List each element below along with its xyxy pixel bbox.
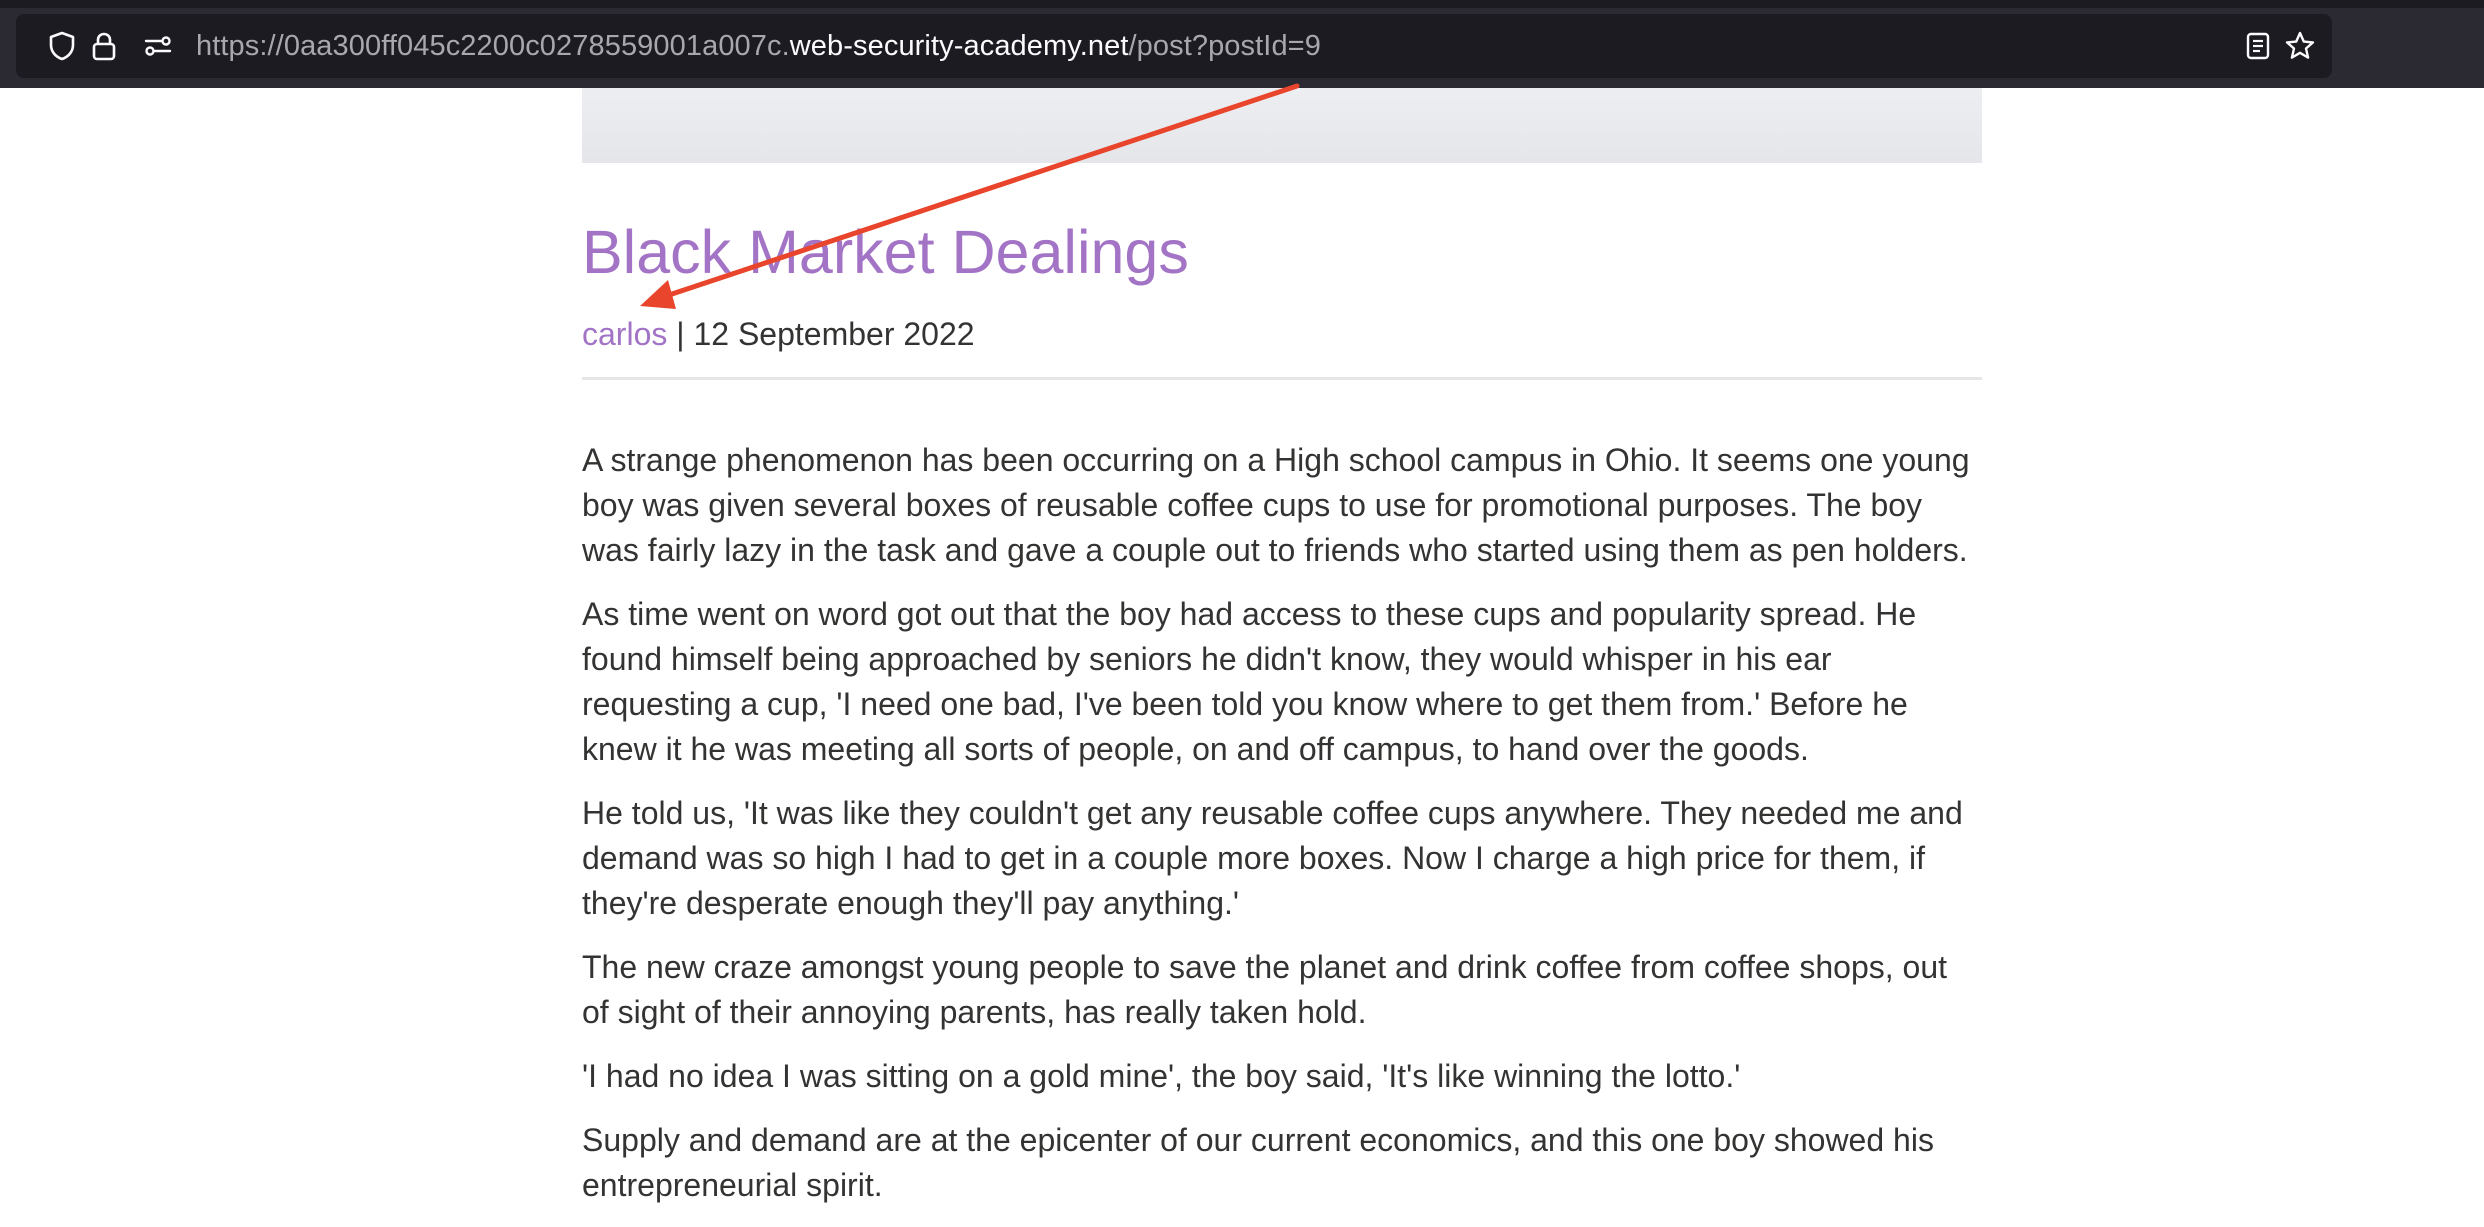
url-path: /post?postId=9	[1128, 30, 1321, 62]
post-byline: carlos | 12 September 2022	[582, 312, 975, 356]
post-paragraph: Supply and demand are at the epicenter o…	[582, 1122, 1934, 1203]
header-divider	[582, 377, 1982, 380]
url-prefix: https://0aa300ff045c2200c0278559001a007c…	[196, 30, 790, 62]
post-hero-image	[582, 88, 1982, 163]
url-text[interactable]: https://0aa300ff045c2200c0278559001a007c…	[196, 26, 1321, 66]
lock-icon[interactable]	[88, 30, 120, 62]
post-paragraph: He told us, 'It was like they couldn't g…	[582, 795, 1963, 921]
shield-icon[interactable]	[46, 30, 78, 62]
browser-toolbar: https://0aa300ff045c2200c0278559001a007c…	[0, 0, 2484, 88]
reader-view-icon[interactable]	[2242, 30, 2274, 62]
post-paragraph: As time went on word got out that the bo…	[582, 596, 1917, 767]
tracking-settings-icon[interactable]	[142, 30, 174, 62]
post-title: Black Market Dealings	[582, 218, 1189, 286]
post-date: 12 September 2022	[693, 316, 975, 352]
post-paragraph: 'I had no idea I was sitting on a gold m…	[582, 1058, 1741, 1094]
post-paragraph: A strange phenomenon has been occurring …	[582, 442, 1970, 568]
author-link[interactable]: carlos	[582, 316, 667, 352]
byline-separator: |	[667, 316, 694, 352]
bookmark-star-icon[interactable]	[2284, 30, 2316, 62]
post-paragraph: The new craze amongst young people to sa…	[582, 949, 1948, 1030]
tab-strip-edge	[0, 0, 2484, 8]
address-bar[interactable]: https://0aa300ff045c2200c0278559001a007c…	[16, 14, 2332, 78]
url-domain: web-security-academy.net	[789, 30, 1129, 62]
post-body: A strange phenomenon has been occurring …	[582, 438, 1982, 1227]
